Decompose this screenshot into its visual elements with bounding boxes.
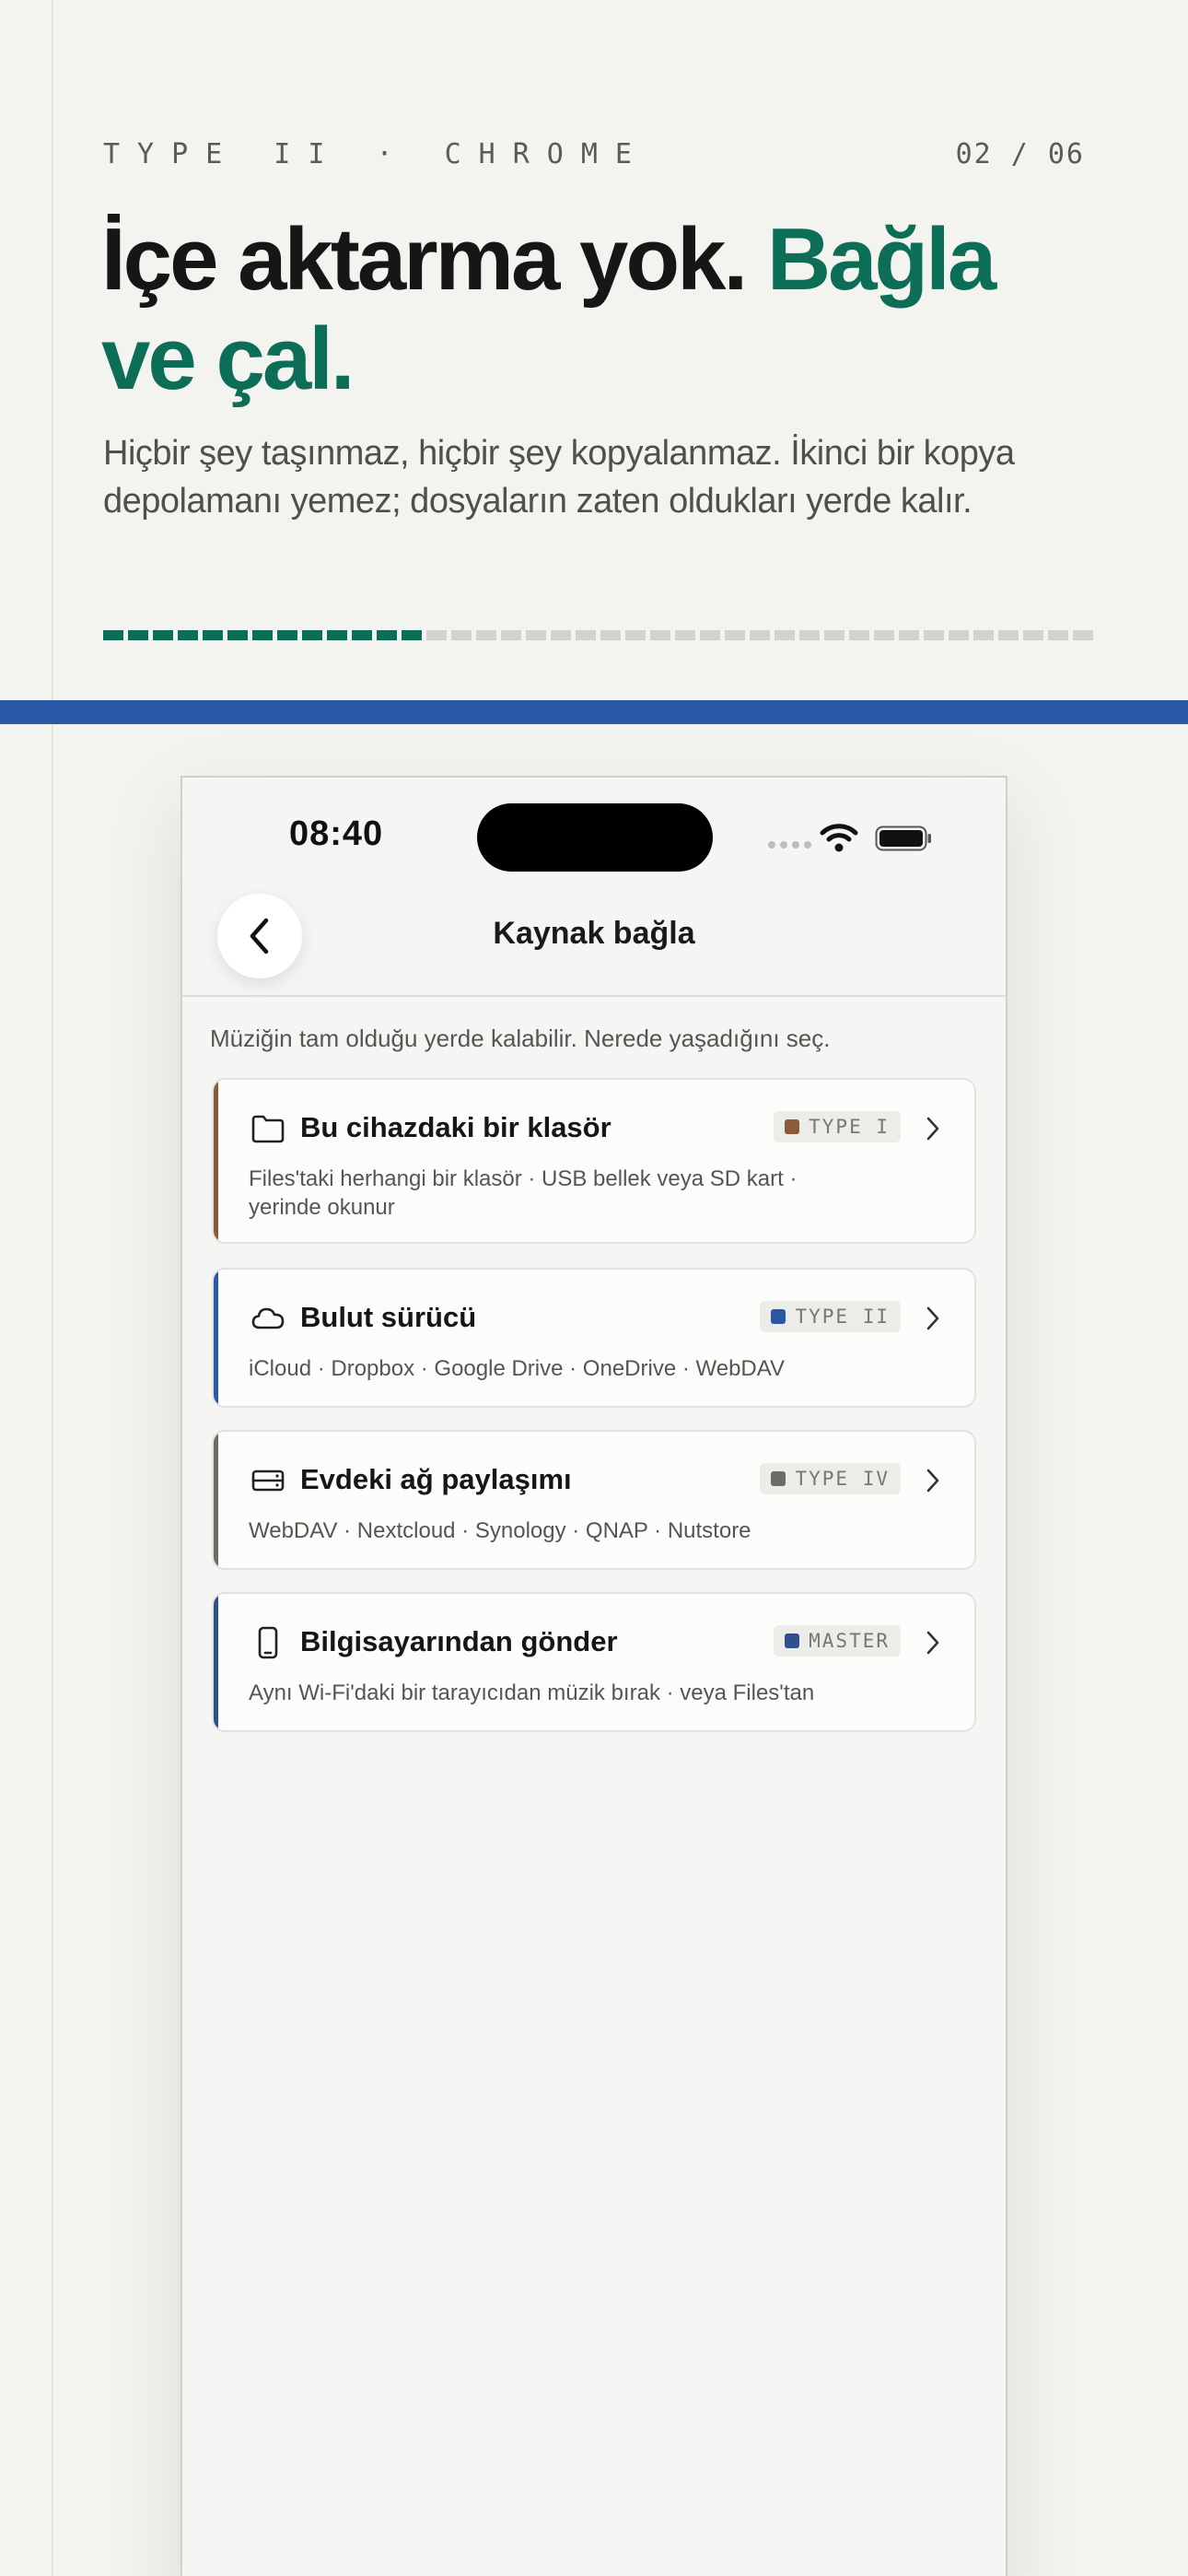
progress-segment	[277, 630, 297, 640]
badge-label: TYPE I	[809, 1116, 890, 1138]
progress-segment	[451, 630, 472, 640]
source-description: iCloud · Dropbox · Google Drive · OneDri…	[249, 1356, 785, 1381]
progress-segment	[302, 630, 322, 640]
progress-segment	[352, 630, 372, 640]
progress-segment	[924, 630, 944, 640]
headline: İçe aktarma yok. Bağla ve çal.	[101, 210, 1096, 409]
server-icon	[251, 1469, 285, 1492]
chevron-right-icon	[926, 1117, 939, 1141]
progress-segment	[700, 630, 720, 640]
progress-segment	[973, 630, 994, 640]
progress-segment	[227, 630, 248, 640]
card-stripe	[214, 1594, 218, 1730]
badge-label: TYPE II	[795, 1306, 890, 1328]
page-counter: 02 / 06	[955, 138, 1085, 170]
source-title: Bilgisayarından gönder	[300, 1625, 618, 1657]
eyebrow-label: TYPE II · CHROME	[103, 138, 649, 170]
cellular-signal-icon	[768, 841, 811, 849]
progress-indicator	[103, 630, 1093, 640]
progress-segment	[128, 630, 148, 640]
cloud-icon	[251, 1307, 285, 1329]
progress-segment	[650, 630, 670, 640]
progress-segment	[899, 630, 919, 640]
progress-segment	[625, 630, 646, 640]
badge-label: MASTER	[809, 1630, 890, 1652]
chevron-right-icon	[926, 1306, 939, 1330]
progress-segment	[1023, 630, 1043, 640]
type-badge: TYPE I	[774, 1111, 901, 1142]
progress-segment	[501, 630, 521, 640]
type-badge: MASTER	[774, 1625, 901, 1657]
progress-segment	[551, 630, 571, 640]
subheadline: Hiçbir şey taşınmaz, hiçbir şey kopyalan…	[103, 434, 1015, 521]
progress-segment	[153, 630, 173, 640]
left-guide-line	[52, 0, 53, 2576]
progress-segment	[874, 630, 894, 640]
progress-segment	[476, 630, 496, 640]
progress-segment	[1048, 630, 1068, 640]
badge-color-square	[771, 1309, 786, 1324]
source-card-folder[interactable]: Bu cihazdaki bir klasör TYPE I Files'tak…	[212, 1078, 976, 1244]
source-card-computer[interactable]: Bilgisayarından gönder MASTER Aynı Wi-Fi…	[212, 1592, 976, 1732]
progress-segment	[600, 630, 621, 640]
source-title: Evdeki ağ paylaşımı	[300, 1463, 572, 1495]
intro-text: Müziğin tam olduğu yerde kalabilir. Nere…	[210, 1025, 831, 1052]
source-description: Aynı Wi-Fi'daki bir tarayıcıdan müzik bı…	[249, 1680, 815, 1705]
progress-segment	[178, 630, 198, 640]
progress-segment	[799, 630, 820, 640]
progress-segment	[725, 630, 745, 640]
progress-segment	[775, 630, 795, 640]
type-badge: TYPE II	[760, 1301, 901, 1332]
card-stripe	[214, 1432, 218, 1568]
headline-main: İçe aktarma yok.	[101, 210, 767, 309]
progress-segment	[849, 630, 869, 640]
card-stripe	[214, 1270, 218, 1406]
progress-segment	[203, 630, 223, 640]
chevron-right-icon	[926, 1631, 939, 1655]
phone-icon	[258, 1626, 278, 1659]
status-time: 08:40	[289, 814, 384, 853]
type-badge: TYPE IV	[760, 1463, 901, 1494]
source-title: Bu cihazdaki bir klasör	[300, 1111, 611, 1143]
source-description: Files'taki herhangi bir klasör · USB bel…	[249, 1166, 798, 1220]
folder-icon	[251, 1115, 285, 1143]
progress-segment	[750, 630, 770, 640]
progress-segment	[103, 630, 123, 640]
page: TYPE II · CHROME 02 / 06 İçe aktarma yok…	[0, 0, 1188, 2576]
card-stripe	[214, 1080, 218, 1242]
progress-segment	[576, 630, 596, 640]
nav-title: Kaynak bağla	[493, 916, 695, 951]
progress-segment	[998, 630, 1019, 640]
progress-segment	[949, 630, 969, 640]
source-description: WebDAV · Nextcloud · Synology · QNAP · N…	[249, 1518, 751, 1543]
accent-band	[0, 700, 1188, 724]
badge-color-square	[771, 1471, 786, 1486]
battery-icon	[875, 825, 931, 851]
dynamic-island	[477, 803, 713, 872]
progress-segment	[252, 630, 273, 640]
badge-color-square	[785, 1119, 800, 1134]
nav-divider	[182, 995, 1006, 997]
progress-segment	[426, 630, 447, 640]
badge-color-square	[785, 1633, 800, 1648]
source-card-cloud[interactable]: Bulut sürücü TYPE II iCloud · Dropbox · …	[212, 1268, 976, 1408]
source-card-network-share[interactable]: Evdeki ağ paylaşımı TYPE IV WebDAV · Nex…	[212, 1430, 976, 1570]
progress-segment	[824, 630, 844, 640]
phone-mockup: 08:40 Kaynak bağla Müziğin tam olduğu ye…	[181, 776, 1007, 2576]
progress-segment	[327, 630, 347, 640]
progress-segment	[402, 630, 422, 640]
badge-label: TYPE IV	[795, 1468, 890, 1490]
wifi-icon	[820, 824, 858, 852]
progress-segment	[526, 630, 546, 640]
chevron-right-icon	[926, 1469, 939, 1493]
source-title: Bulut sürücü	[300, 1301, 477, 1333]
progress-segment	[377, 630, 397, 640]
progress-segment	[675, 630, 695, 640]
progress-segment	[1073, 630, 1093, 640]
